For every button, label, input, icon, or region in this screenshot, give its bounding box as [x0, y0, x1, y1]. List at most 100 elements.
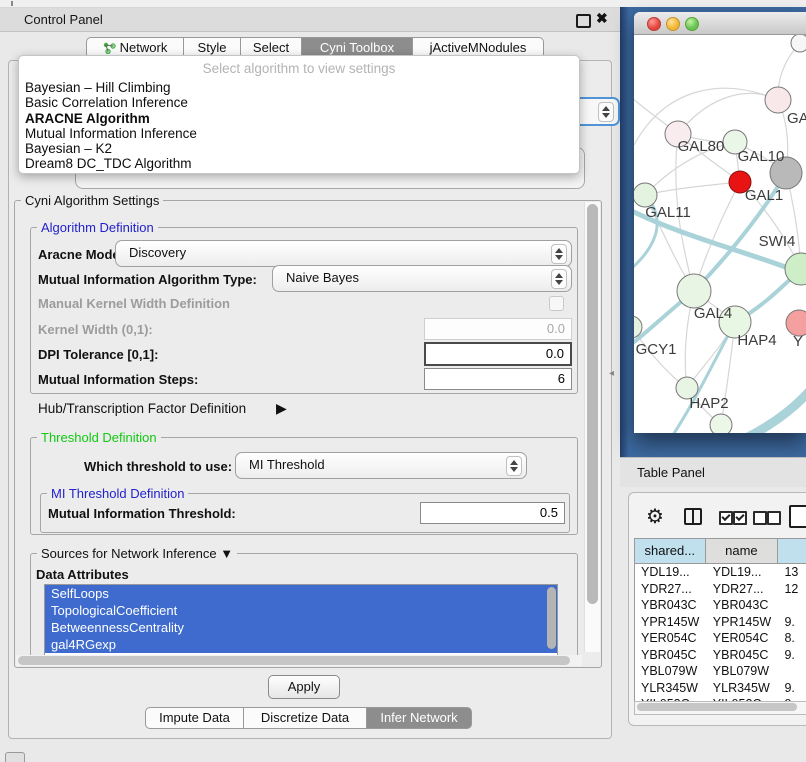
minimize-traffic-light-icon[interactable] — [666, 17, 680, 31]
mi-type-label: Mutual Information Algorithm Type: — [38, 272, 257, 287]
table-row[interactable]: YBL079WYBL079W — [635, 663, 806, 680]
node-label: GAL11 — [645, 204, 691, 221]
mi-threshold-group-title: MI Threshold Definition — [47, 486, 188, 501]
network-edge[interactable] — [645, 182, 740, 195]
tab-discretize-data[interactable]: Discretize Data — [244, 707, 367, 729]
table-cell: YBL079W — [707, 663, 781, 680]
table-cell: 9. — [780, 647, 806, 664]
table-cell: YER054C — [635, 630, 707, 647]
tab-select-label: Select — [253, 40, 289, 55]
top-tick — [11, 1, 13, 6]
data-attributes-list[interactable]: SelfLoopsTopologicalCoefficientBetweenne… — [44, 584, 558, 658]
checked-checkbox-icon[interactable] — [719, 511, 733, 525]
table-row[interactable]: YPR145WYPR145W9. — [635, 614, 806, 631]
network-edge[interactable] — [746, 383, 806, 433]
dropdown-item[interactable]: Bayesian – K2 — [25, 141, 573, 156]
kernel-width-field[interactable]: 0.0 — [424, 318, 572, 340]
node-label: HAP2 — [689, 395, 728, 412]
dropdown-item[interactable]: Bayesian – Hill Climbing — [25, 80, 573, 95]
network-graph[interactable]: GALGAL80GAL10GAL1GAL11SWI4GAL4GCY1HAP4YH… — [634, 35, 806, 433]
mi-steps-field[interactable]: 6 — [424, 368, 572, 390]
cyni-algorithm-settings-title: Cyni Algorithm Settings — [21, 193, 163, 208]
dropdown-item[interactable]: Basic Correlation Inference — [25, 95, 573, 110]
checked-checkbox-icon[interactable] — [733, 511, 747, 525]
hub-section-label[interactable]: Hub/Transcription Factor Definition — [38, 401, 246, 416]
unchecked-checkbox-icon[interactable] — [753, 511, 767, 525]
node-label: SWI4 — [759, 233, 796, 250]
settings-horizontal-scrollbar[interactable] — [16, 655, 582, 666]
tab-cyni-toolbox-label: Cyni Toolbox — [320, 40, 394, 55]
mi-threshold-label: Mutual Information Threshold: — [48, 506, 236, 521]
attribute-list-item[interactable]: SelfLoops — [45, 585, 557, 602]
stepper-icon — [506, 456, 522, 476]
table-cell: YBR043C — [635, 597, 707, 614]
mini-corner-button[interactable] — [5, 752, 25, 762]
sources-expanded-arrow-icon[interactable]: ▼ — [220, 546, 233, 561]
manual-kernel-checkbox[interactable] — [549, 296, 564, 311]
column-header-name[interactable]: name — [706, 539, 779, 563]
settings-vertical-scrollbar-thumb[interactable] — [587, 204, 598, 604]
settings-horizontal-scrollbar-thumb[interactable] — [18, 656, 570, 665]
which-threshold-combobox[interactable]: MI Threshold — [235, 452, 527, 479]
table-cell: YBL079W — [635, 663, 707, 680]
column-header-partial[interactable] — [778, 539, 806, 563]
panel-splitter-arrow-icon[interactable]: ◂ — [609, 368, 614, 379]
attribute-list-item[interactable]: BetweennessCentrality — [45, 619, 557, 636]
mi-threshold-field[interactable]: 0.5 — [420, 502, 565, 524]
network-node[interactable] — [710, 414, 732, 433]
node-label: GAL10 — [738, 148, 785, 165]
tab-infer-network[interactable]: Infer Network — [367, 707, 472, 729]
table-row[interactable]: YER054CYER054C8. — [635, 630, 806, 647]
float-panel-icon[interactable] — [576, 14, 591, 28]
sources-title-text: Sources for Network Inference — [41, 546, 217, 561]
dpi-tolerance-field[interactable]: 0.0 — [424, 342, 572, 366]
node-label: GAL80 — [678, 138, 725, 155]
aracne-mode-combobox[interactable]: Discovery — [115, 240, 572, 267]
table-cell: YBR045C — [635, 647, 707, 664]
attributes-scrollbar[interactable] — [547, 587, 556, 649]
dropdown-item[interactable]: ARACNE Algorithm — [25, 111, 573, 126]
table-cell: YBR045C — [707, 647, 781, 664]
tab-discretize-data-label: Discretize Data — [261, 710, 349, 725]
page-icon[interactable] — [789, 505, 806, 528]
gear-icon[interactable]: ⚙ — [646, 504, 664, 529]
node-label: HAP4 — [737, 332, 776, 349]
close-traffic-light-icon[interactable] — [647, 17, 661, 31]
network-view-window: GALGAL80GAL10GAL1GAL11SWI4GAL4GCY1HAP4YH… — [634, 12, 806, 433]
table-horizontal-scrollbar-thumb[interactable] — [637, 703, 797, 711]
tab-impute-data[interactable]: Impute Data — [145, 707, 244, 729]
stepper-icon — [551, 244, 567, 264]
kernel-width-label: Kernel Width (0,1): — [38, 322, 153, 337]
node-label: GAL4 — [694, 305, 732, 322]
columns-icon[interactable] — [684, 508, 702, 525]
table-cell: YPR145W — [635, 614, 707, 631]
close-panel-icon[interactable]: ✖ — [596, 10, 608, 27]
column-header-shared-name[interactable]: shared... — [635, 539, 706, 563]
apply-button[interactable]: Apply — [268, 675, 340, 699]
dropdown-item[interactable]: Mutual Information Inference — [25, 126, 573, 141]
network-node[interactable] — [791, 35, 806, 52]
network-node[interactable] — [677, 274, 711, 308]
stepper-icon — [598, 102, 614, 122]
table-cell: YDR27... — [635, 581, 707, 598]
settings-vertical-scrollbar[interactable] — [584, 202, 600, 652]
network-canvas[interactable]: GALGAL80GAL10GAL1GAL11SWI4GAL4GCY1HAP4YH… — [634, 35, 806, 433]
network-edge[interactable] — [678, 93, 778, 134]
aracne-mode-label: Aracne Mode: — [38, 247, 124, 262]
attribute-list-item[interactable]: TopologicalCoefficient — [45, 602, 557, 619]
table-row[interactable]: YBR043CYBR043C — [635, 597, 806, 614]
dropdown-item[interactable]: Dream8 DC_TDC Algorithm — [25, 156, 573, 171]
table-row[interactable]: YDL19...YDL19...13 — [635, 564, 806, 581]
table-horizontal-scrollbar[interactable] — [634, 701, 806, 715]
zoom-traffic-light-icon[interactable] — [685, 17, 699, 31]
network-window-titlebar[interactable] — [634, 12, 806, 35]
unchecked-checkbox-icon[interactable] — [767, 511, 781, 525]
table-cell: 8. — [780, 630, 806, 647]
table-row[interactable]: YLR345WYLR345W9. — [635, 680, 806, 697]
control-panel-title: Control Panel — [24, 12, 103, 27]
attribute-list-item[interactable]: gal4RGexp — [45, 636, 557, 653]
hub-collapsed-arrow-icon[interactable]: ▶ — [276, 400, 287, 417]
table-row[interactable]: YDR27...YDR27...12 — [635, 581, 806, 598]
mi-type-combobox[interactable]: Naive Bayes — [272, 265, 572, 292]
table-row[interactable]: YBR045CYBR045C9. — [635, 647, 806, 664]
